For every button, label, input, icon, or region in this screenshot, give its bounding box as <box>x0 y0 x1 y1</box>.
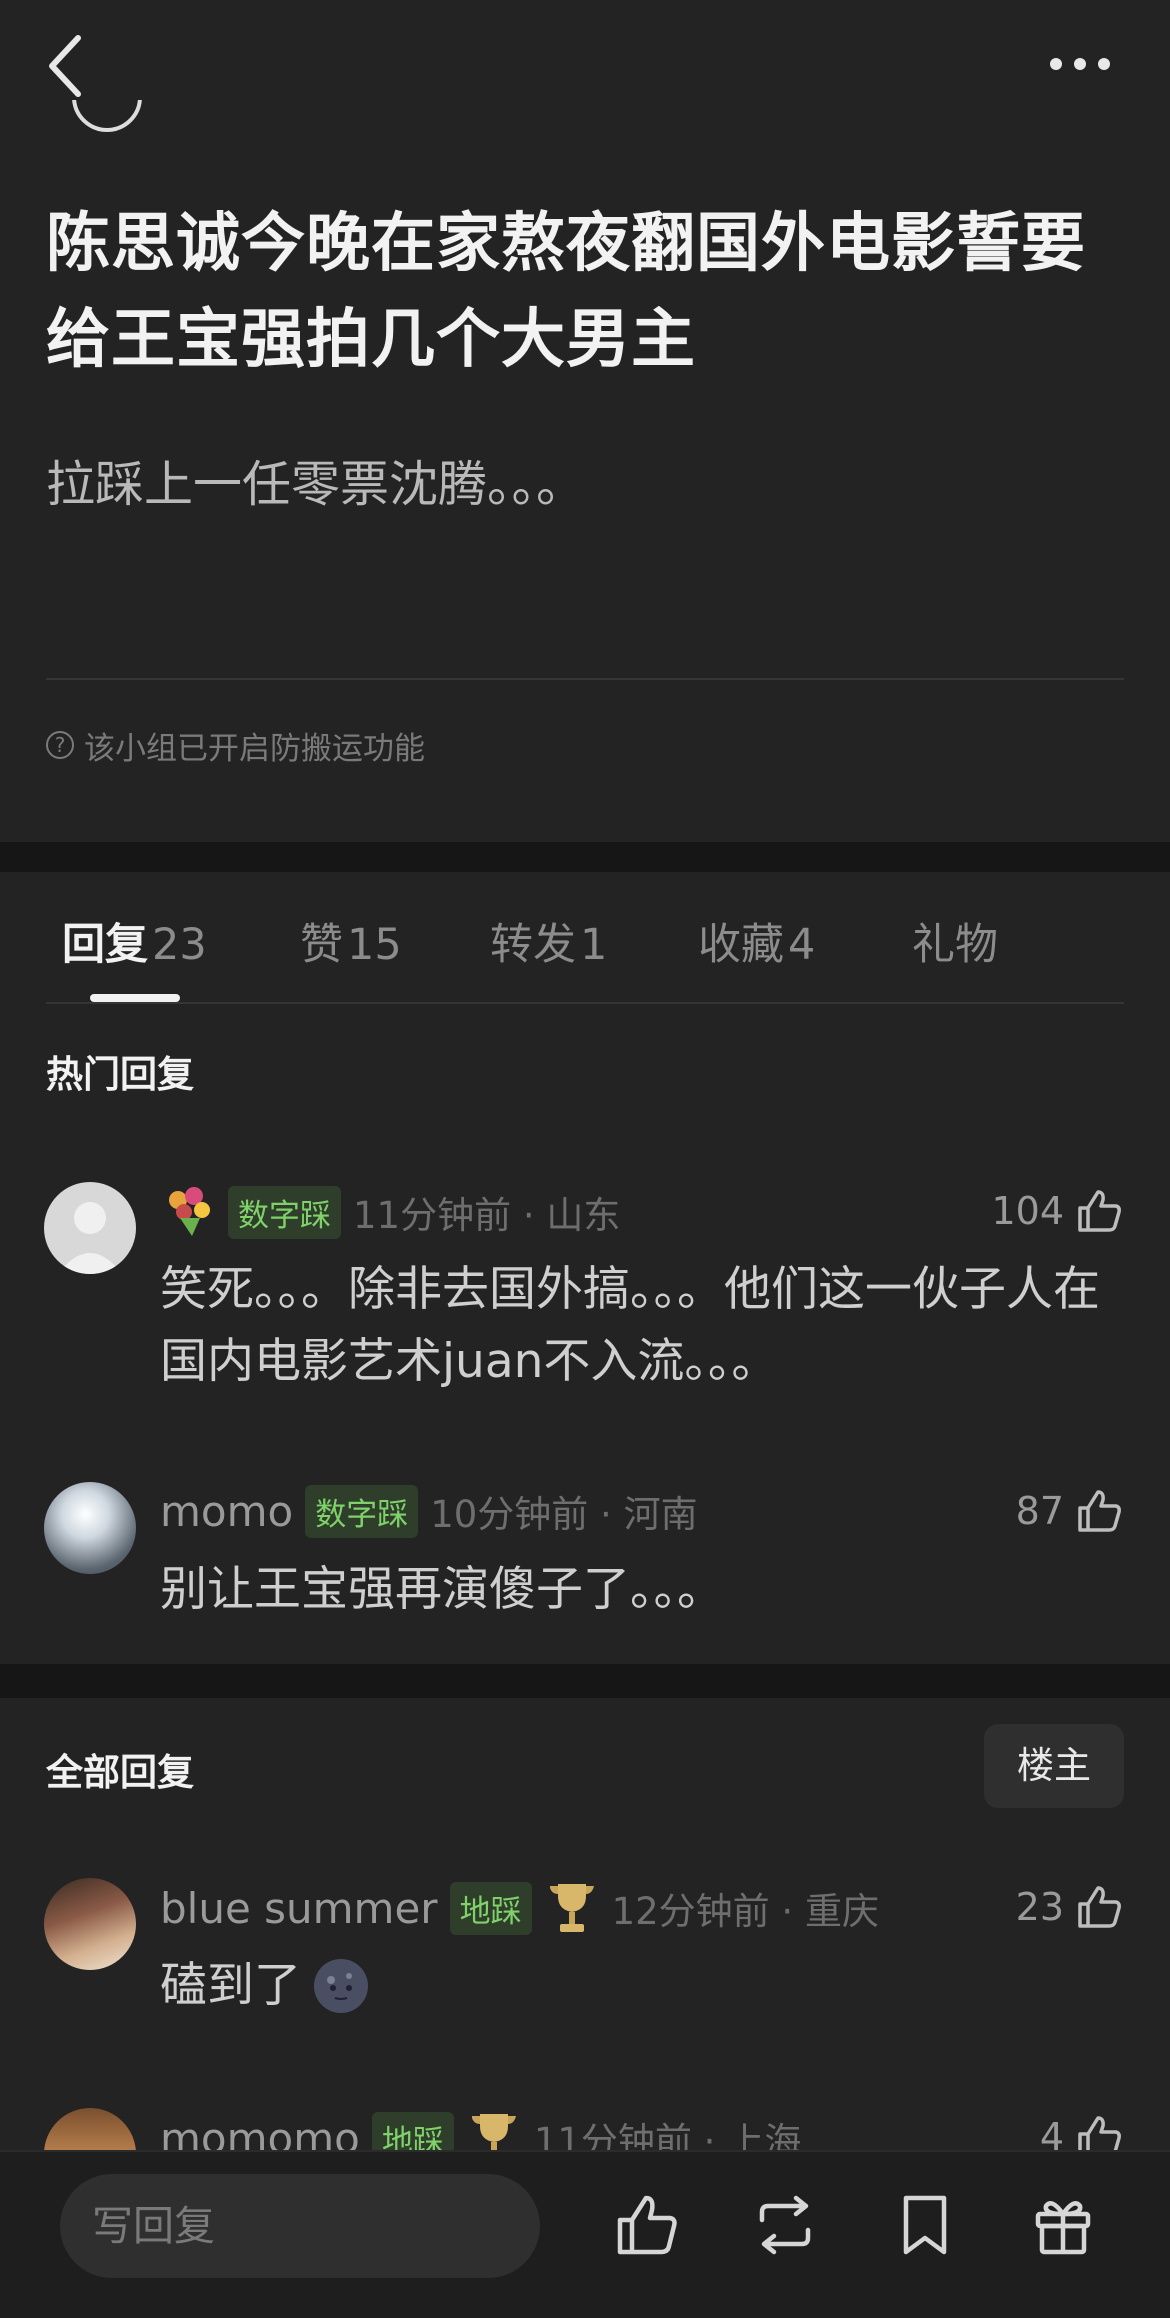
thumb-up-icon <box>1078 1190 1121 1232</box>
comment-time: 10分钟前 · 河南 <box>430 1493 698 1536</box>
avatar[interactable] <box>44 1182 136 1274</box>
back-button[interactable] <box>38 30 98 102</box>
user-badge: 数字踩 <box>228 1185 341 1239</box>
user-badge: 地踩 <box>371 2111 454 2150</box>
like-count: 104 <box>991 1189 1064 1233</box>
username[interactable]: momo <box>160 1487 293 1536</box>
comment-like-button[interactable]: 23 <box>1016 1882 1124 1932</box>
like-count: 23 <box>1015 1885 1064 1929</box>
repost-icon[interactable] <box>750 2190 820 2260</box>
comment-item: 数字踩 11分钟前 · 山东 104 笑死。。。除非去国外搞。。。他们这一伙子人… <box>0 1160 1170 1410</box>
tab-bar: 回复23 赞15 转发1 收藏4 礼物 <box>0 872 1170 1002</box>
comment-time: 11分钟前 · 上海 <box>533 2120 802 2150</box>
more-button[interactable] <box>1040 44 1120 84</box>
username[interactable]: blue summer <box>160 1884 438 1933</box>
comment-text: 笑死。。。除非去国外搞。。。他们这一伙子人在国内电影艺术juan不入流。。。 <box>160 1262 1100 1389</box>
comment-item: blue summer 地踩 12分钟前 · 重庆 23 磕到了 <box>0 1856 1170 2036</box>
comment-like-button[interactable]: 87 <box>1016 1486 1124 1536</box>
comment-like-button[interactable]: 4 <box>1040 2112 1124 2150</box>
comment-meta: momo 数字踩 10分钟前 · 河南 <box>160 1484 698 1538</box>
all-replies-title: 全部回复 <box>46 1751 194 1794</box>
divider <box>46 678 1124 680</box>
bottom-action-bar: 写回复 <box>0 2150 1170 2318</box>
author-only-filter-button[interactable]: 楼主 <box>984 1724 1124 1808</box>
tab-reposts[interactable]: 转发1 <box>490 910 607 972</box>
tab-replies[interactable]: 回复23 <box>62 910 207 972</box>
tab-likes[interactable]: 赞15 <box>300 910 402 972</box>
comment-meta: 数字踩 11分钟前 · 山东 <box>160 1184 620 1240</box>
thumb-up-icon[interactable] <box>612 2190 682 2260</box>
tab-gifts[interactable]: 礼物 <box>912 910 998 972</box>
section-separator <box>0 842 1170 872</box>
gift-icon[interactable] <box>1028 2190 1098 2260</box>
like-count: 87 <box>1015 1489 1064 1533</box>
comment-text-row: 磕到了 <box>160 1950 1120 2022</box>
avatar[interactable] <box>44 1878 136 1970</box>
reply-input[interactable]: 写回复 <box>60 2174 540 2278</box>
username[interactable]: momomo <box>160 2114 360 2151</box>
divider <box>46 1002 1124 1004</box>
trophy-icon <box>549 1884 594 1932</box>
user-badge: 数字踩 <box>305 1484 419 1538</box>
comment-like-button[interactable]: 104 <box>991 1186 1124 1236</box>
thumb-up-icon <box>1078 2116 1121 2150</box>
avatar[interactable] <box>44 1482 136 1574</box>
thumb-up-icon <box>1078 1886 1121 1928</box>
comment-item: momo 数字踩 10分钟前 · 河南 87 别让王宝强再演傻子了。。。 <box>0 1460 1170 1640</box>
trophy-icon <box>471 2114 516 2150</box>
more-dots-icon <box>1050 58 1110 70</box>
comment-time: 11分钟前 · 山东 <box>353 1194 621 1237</box>
new-moon-face-icon <box>314 1959 368 2013</box>
comment-time: 12分钟前 · 重庆 <box>611 1890 879 1933</box>
avatar[interactable] <box>44 2108 136 2150</box>
bookmark-icon[interactable] <box>890 2190 960 2260</box>
comment-item: momomo 地踩 11分钟前 · 上海 4 <box>0 2086 1170 2150</box>
comment-text: 磕到了 <box>160 1958 301 2013</box>
default-avatar-icon <box>58 1202 122 1274</box>
chevron-left-icon <box>49 35 81 97</box>
author-avatar[interactable] <box>72 100 142 136</box>
comment-meta: blue summer 地踩 12分钟前 · 重庆 <box>160 1878 879 1938</box>
thumb-up-icon <box>1078 1490 1121 1532</box>
post-body: 拉踩上一任零票沈腾。。。 <box>46 456 586 513</box>
user-badge: 地踩 <box>449 1881 532 1935</box>
like-count: 4 <box>1039 2115 1064 2150</box>
comment-text: 别让王宝强再演傻子了。。。 <box>160 1562 724 1617</box>
post-title: 陈思诚今晚在家熬夜翻国外电影誓要给王宝强拍几个大男主 <box>46 207 1086 377</box>
active-tab-indicator <box>90 994 180 1002</box>
hot-replies-title: 热门回复 <box>46 1053 194 1096</box>
flower-bouquet-icon <box>169 1187 210 1236</box>
tab-favorites[interactable]: 收藏4 <box>698 910 815 972</box>
question-circle-icon: ? <box>46 731 74 759</box>
comment-meta: momomo 地踩 11分钟前 · 上海 <box>160 2108 801 2150</box>
anti-repost-notice: ? 该小组已开启防搬运功能 <box>46 722 425 768</box>
section-separator <box>0 1664 1170 1698</box>
notice-text: 该小组已开启防搬运功能 <box>84 730 425 767</box>
